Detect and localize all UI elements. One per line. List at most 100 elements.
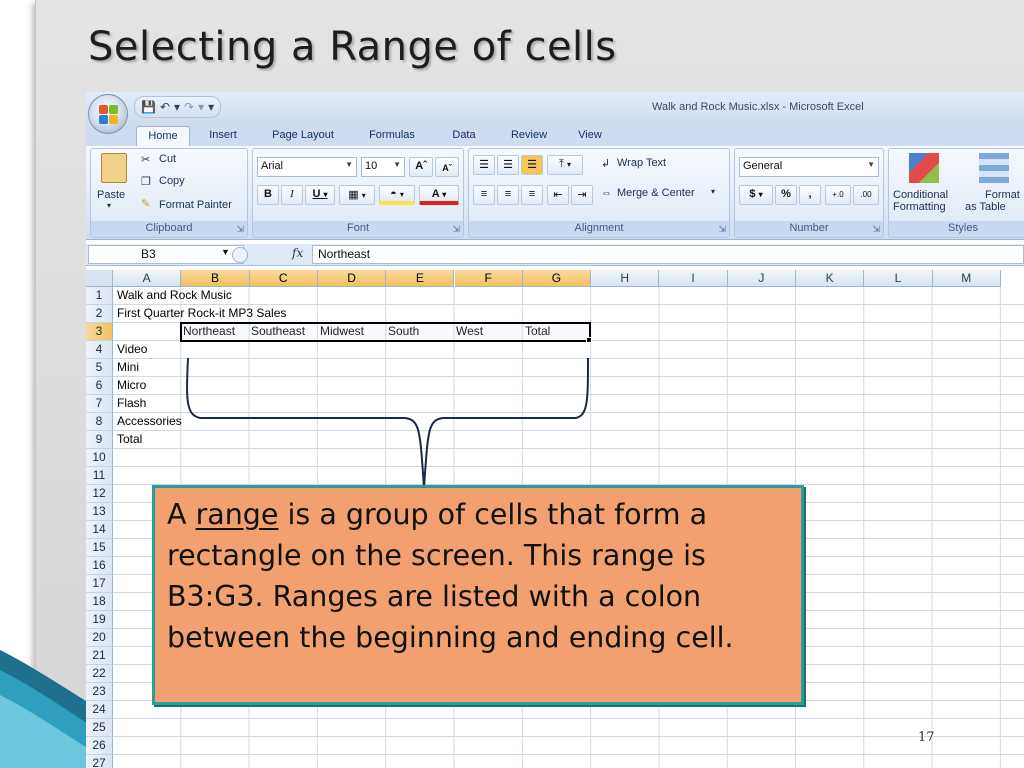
- row-header-14[interactable]: 14: [86, 521, 113, 539]
- font-name-dropdown-icon[interactable]: ▼: [345, 160, 353, 169]
- decrease-decimal-button[interactable]: .00: [853, 185, 879, 205]
- number-launcher-icon[interactable]: ⇲: [872, 224, 880, 235]
- row-header-17[interactable]: 17: [86, 575, 113, 593]
- row-header-8[interactable]: 8: [86, 413, 113, 431]
- row-header-15[interactable]: 15: [86, 539, 113, 557]
- format-as-table-icon[interactable]: [979, 153, 1009, 183]
- paste-dropdown-icon[interactable]: ▾: [107, 201, 111, 210]
- cut-button[interactable]: Cut: [159, 153, 176, 165]
- row-header-9[interactable]: 9: [86, 431, 113, 449]
- column-header-a[interactable]: A: [113, 270, 182, 287]
- font-size-combo[interactable]: 10 ▼: [361, 157, 405, 177]
- tab-review[interactable]: Review: [502, 126, 556, 146]
- copy-icon[interactable]: ❐: [141, 175, 151, 188]
- row-header-25[interactable]: 25: [86, 719, 113, 737]
- cell-a4[interactable]: Video: [115, 341, 147, 359]
- row-header-2[interactable]: 2: [86, 305, 113, 323]
- redo-dropdown-icon[interactable]: ▾: [198, 100, 204, 114]
- clipboard-launcher-icon[interactable]: ⇲: [236, 224, 244, 235]
- wrap-text-icon[interactable]: ↲: [601, 157, 610, 170]
- orientation-icon[interactable]: ⤒ ▾: [547, 155, 583, 175]
- save-icon[interactable]: 💾: [141, 100, 156, 114]
- font-name-combo[interactable]: Arial ▼: [257, 157, 357, 177]
- alignment-launcher-icon[interactable]: ⇲: [718, 224, 726, 235]
- cell-a1[interactable]: Walk and Rock Music: [115, 287, 232, 305]
- merge-center-dropdown-icon[interactable]: ▾: [711, 187, 715, 196]
- row-header-10[interactable]: 10: [86, 449, 113, 467]
- borders-dropdown-icon[interactable]: ▾: [362, 191, 366, 200]
- cell-a5[interactable]: Mini: [115, 359, 139, 377]
- currency-dropdown-icon[interactable]: ▾: [759, 190, 763, 199]
- tab-formulas[interactable]: Formulas: [362, 126, 422, 146]
- fill-handle[interactable]: [586, 337, 592, 343]
- row-header-22[interactable]: 22: [86, 665, 113, 683]
- row-header-20[interactable]: 20: [86, 629, 113, 647]
- name-box-dropdown-icon[interactable]: ▼: [221, 247, 230, 257]
- underline-button[interactable]: U ▾: [305, 185, 335, 205]
- column-header-j[interactable]: J: [727, 270, 796, 287]
- row-header-6[interactable]: 6: [86, 377, 113, 395]
- column-header-d[interactable]: D: [317, 270, 387, 287]
- row-header-13[interactable]: 13: [86, 503, 113, 521]
- row-header-4[interactable]: 4: [86, 341, 113, 359]
- row-header-24[interactable]: 24: [86, 701, 113, 719]
- column-header-c[interactable]: C: [249, 270, 318, 287]
- insert-function-icon[interactable]: fx: [292, 246, 303, 260]
- column-header-b[interactable]: B: [181, 270, 250, 287]
- select-all-corner[interactable]: [86, 270, 113, 287]
- underline-dropdown-icon[interactable]: ▾: [324, 190, 328, 199]
- copy-button[interactable]: Copy: [159, 175, 185, 187]
- number-format-combo[interactable]: General ▼: [739, 157, 879, 177]
- merge-center-button[interactable]: Merge & Center: [617, 187, 695, 199]
- column-header-h[interactable]: H: [591, 270, 660, 287]
- row-header-21[interactable]: 21: [86, 647, 113, 665]
- number-format-dropdown-icon[interactable]: ▼: [867, 160, 875, 169]
- row-header-18[interactable]: 18: [86, 593, 113, 611]
- paste-icon[interactable]: [101, 153, 127, 183]
- row-header-23[interactable]: 23: [86, 683, 113, 701]
- increase-indent-icon[interactable]: ⇥: [571, 185, 593, 205]
- formula-input[interactable]: Northeast: [312, 245, 1024, 264]
- format-painter-button[interactable]: Format Painter: [159, 199, 232, 211]
- column-header-i[interactable]: I: [659, 270, 728, 287]
- customize-qat-icon[interactable]: ▾: [208, 100, 214, 114]
- wrap-text-button[interactable]: Wrap Text: [617, 157, 666, 169]
- grow-font-button[interactable]: Aˆ: [409, 157, 433, 177]
- conditional-formatting-line2[interactable]: Formatting: [893, 201, 946, 213]
- tab-view[interactable]: View: [570, 126, 610, 146]
- align-middle-icon[interactable]: ☰: [497, 155, 519, 175]
- row-header-7[interactable]: 7: [86, 395, 113, 413]
- name-box[interactable]: B3 ▼: [88, 245, 244, 264]
- row-header-19[interactable]: 19: [86, 611, 113, 629]
- decrease-indent-icon[interactable]: ⇤: [547, 185, 569, 205]
- cell-a7[interactable]: Flash: [115, 395, 146, 413]
- align-bottom-icon[interactable]: ☰: [521, 155, 543, 175]
- row-header-1[interactable]: 1: [86, 287, 113, 305]
- column-header-f[interactable]: F: [454, 270, 523, 287]
- format-as-table-line1[interactable]: Format: [985, 189, 1020, 201]
- tab-insert[interactable]: Insert: [198, 126, 248, 146]
- conditional-formatting-line1[interactable]: Conditional: [893, 189, 948, 201]
- align-top-icon[interactable]: ☰: [473, 155, 495, 175]
- office-button[interactable]: [88, 94, 128, 134]
- italic-button[interactable]: I: [281, 185, 303, 205]
- row-header-27[interactable]: 27: [86, 755, 113, 768]
- tab-home[interactable]: Home: [136, 126, 190, 146]
- align-left-icon[interactable]: ≡: [473, 185, 495, 205]
- redo-icon[interactable]: ↷: [184, 100, 194, 114]
- percent-button[interactable]: %: [775, 185, 797, 205]
- font-launcher-icon[interactable]: ⇲: [452, 224, 460, 235]
- column-header-l[interactable]: L: [864, 270, 933, 287]
- undo-dropdown-icon[interactable]: ▾: [174, 100, 180, 114]
- increase-decimal-button[interactable]: +.0: [825, 185, 851, 205]
- font-size-dropdown-icon[interactable]: ▼: [393, 160, 401, 169]
- conditional-formatting-icon[interactable]: [909, 153, 939, 183]
- column-header-e[interactable]: E: [386, 270, 455, 287]
- cell-a9[interactable]: Total: [115, 431, 142, 449]
- column-header-m[interactable]: M: [932, 270, 1001, 287]
- fill-color-button[interactable]: ◓ ▾: [379, 185, 415, 205]
- column-header-g[interactable]: G: [522, 270, 592, 287]
- format-as-table-line2[interactable]: as Table: [965, 201, 1006, 213]
- cell-a6[interactable]: Micro: [115, 377, 146, 395]
- cell-a2[interactable]: First Quarter Rock-it MP3 Sales: [115, 305, 286, 323]
